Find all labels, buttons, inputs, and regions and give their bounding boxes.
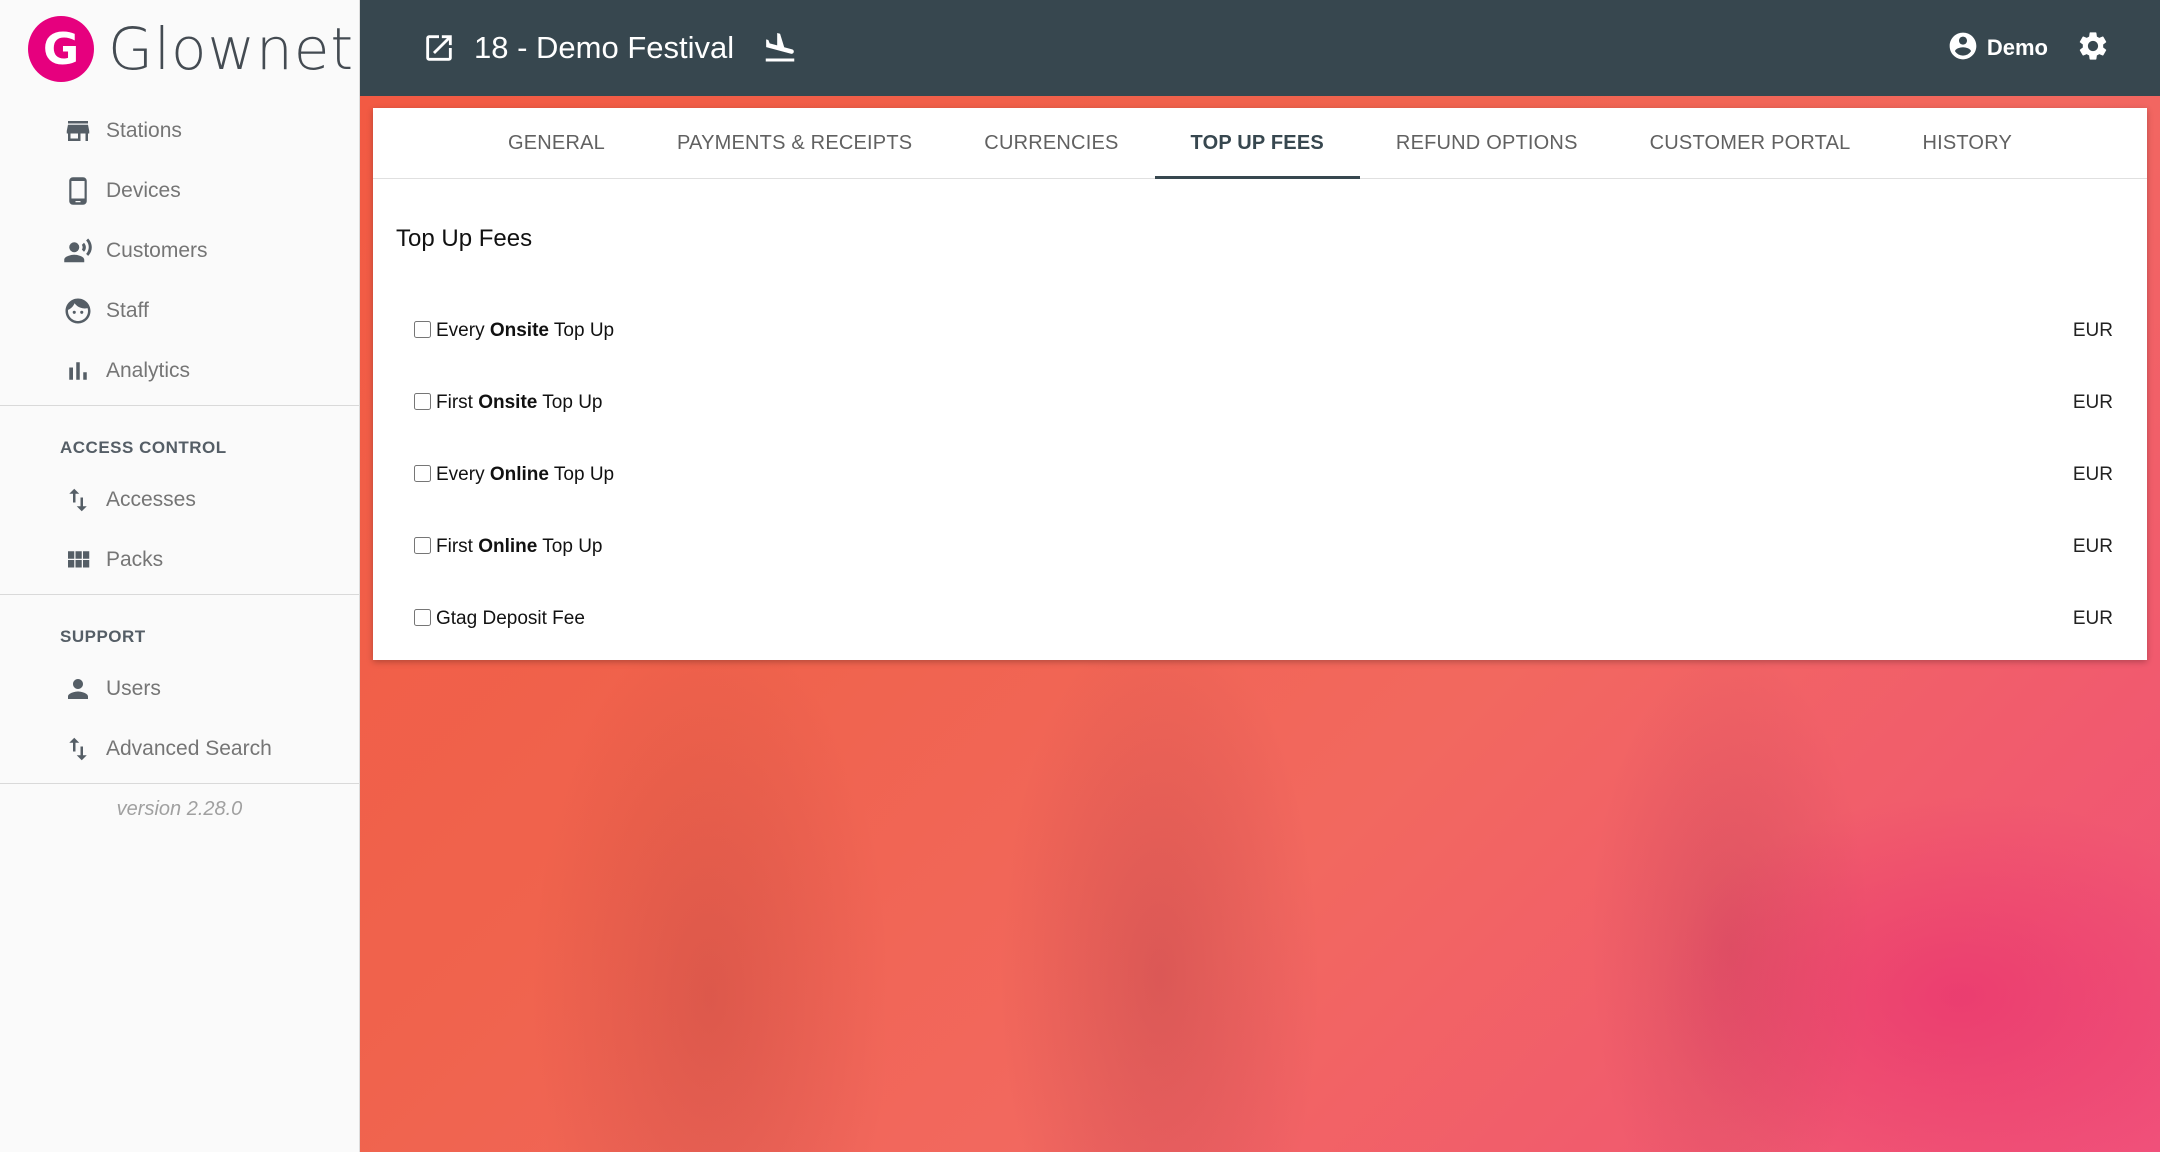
fee-checkbox-every-online[interactable]	[414, 464, 431, 482]
customers-icon	[62, 235, 94, 267]
sidebar-item-label: Analytics	[106, 359, 191, 382]
fee-checkbox-first-onsite[interactable]	[414, 392, 431, 410]
fee-row: Every Online Top Up EUR	[373, 439, 2147, 511]
swap-vertical-icon	[62, 484, 94, 516]
open-in-new-icon[interactable]	[422, 31, 456, 65]
sidebar-item-label: Advanced Search	[106, 737, 272, 760]
sidebar-divider	[0, 594, 359, 595]
currency-label: EUR	[2072, 392, 2113, 413]
brand[interactable]: G Glownet	[0, 0, 359, 98]
fee-row: First Onsite Top Up EUR	[373, 367, 2147, 439]
phone-icon	[62, 175, 94, 207]
grid-icon	[62, 544, 94, 576]
top-bar: 18 - Demo Festival Demo	[360, 0, 2160, 96]
event-title[interactable]: 18 - Demo Festival	[474, 30, 734, 66]
sidebar-item-label: Accesses	[106, 488, 196, 511]
section-title: Top Up Fees	[396, 225, 533, 252]
user-name[interactable]: Demo	[1987, 35, 2048, 61]
currency-label: EUR	[2072, 536, 2113, 557]
fee-label: Every Online Top Up	[436, 464, 615, 485]
sidebar-item-accesses[interactable]: Accesses	[0, 470, 359, 530]
sidebar-item-label: Stations	[106, 119, 182, 142]
face-icon	[62, 295, 94, 327]
settings-tabs: GENERAL PAYMENTS & RECEIPTS CURRENCIES T…	[373, 108, 2147, 179]
sidebar-item-customers[interactable]: Customers	[0, 221, 359, 281]
section-title-access-control: ACCESS CONTROL	[60, 438, 227, 457]
tab-currencies[interactable]: CURRENCIES	[948, 108, 1154, 178]
sidebar-item-label: Staff	[106, 299, 149, 322]
fee-row: First Online Top Up EUR	[373, 511, 2147, 583]
sidebar-item-label: Customers	[106, 239, 208, 262]
person-icon	[62, 673, 94, 705]
sidebar-item-stations[interactable]: Stations	[0, 101, 359, 161]
sidebar-item-packs[interactable]: Packs	[0, 530, 359, 590]
fee-label: First Online Top Up	[436, 536, 603, 557]
gear-icon[interactable]	[2076, 29, 2110, 68]
version-label: version 2.28.0	[116, 798, 243, 820]
sidebar: G Glownet Stations Devices Customers Sta…	[0, 0, 360, 1152]
fee-label: First Onsite Top Up	[436, 392, 603, 413]
currency-label: EUR	[2072, 320, 2113, 341]
sidebar-item-label: Users	[106, 677, 161, 700]
sidebar-divider	[0, 783, 359, 784]
store-icon	[62, 115, 94, 147]
sidebar-divider	[0, 405, 359, 406]
section-title-support: SUPPORT	[60, 627, 146, 646]
sidebar-item-users[interactable]: Users	[0, 659, 359, 719]
sidebar-item-devices[interactable]: Devices	[0, 161, 359, 221]
fee-row: Gtag Deposit Fee EUR	[373, 583, 2147, 655]
bar-chart-icon	[62, 355, 94, 387]
tab-refund-options[interactable]: REFUND OPTIONS	[1360, 108, 1614, 178]
brand-name: Glownet	[108, 15, 355, 83]
sidebar-item-staff[interactable]: Staff	[0, 281, 359, 341]
tab-customer-portal[interactable]: CUSTOMER PORTAL	[1614, 108, 1887, 178]
fee-row: Every Onsite Top Up EUR	[373, 295, 2147, 367]
sidebar-item-label: Devices	[106, 179, 181, 202]
glownet-logo[interactable]: G	[28, 16, 94, 82]
sidebar-item-analytics[interactable]: Analytics	[0, 341, 359, 401]
fee-checkbox-every-onsite[interactable]	[414, 320, 431, 338]
tab-payments-receipts[interactable]: PAYMENTS & RECEIPTS	[641, 108, 948, 178]
account-circle-icon[interactable]	[1947, 30, 1979, 67]
currency-label: EUR	[2072, 464, 2113, 485]
swap-vertical-icon	[62, 733, 94, 765]
fee-label: Every Onsite Top Up	[436, 320, 615, 341]
currency-label: EUR	[2072, 608, 2113, 629]
fee-checkbox-gtag-deposit[interactable]	[414, 608, 431, 626]
fee-label: Gtag Deposit Fee	[436, 608, 585, 629]
sidebar-item-label: Packs	[106, 548, 164, 571]
fee-list: Every Onsite Top Up EUR First Onsite Top…	[373, 295, 2147, 655]
fee-checkbox-first-online[interactable]	[414, 536, 431, 554]
sidebar-item-advanced-search[interactable]: Advanced Search	[0, 719, 359, 779]
flight-land-icon[interactable]	[762, 30, 798, 66]
tab-general[interactable]: GENERAL	[472, 108, 641, 178]
settings-card: GENERAL PAYMENTS & RECEIPTS CURRENCIES T…	[373, 108, 2147, 660]
tab-history[interactable]: HISTORY	[1886, 108, 2048, 178]
tab-top-up-fees[interactable]: TOP UP FEES	[1154, 108, 1361, 179]
